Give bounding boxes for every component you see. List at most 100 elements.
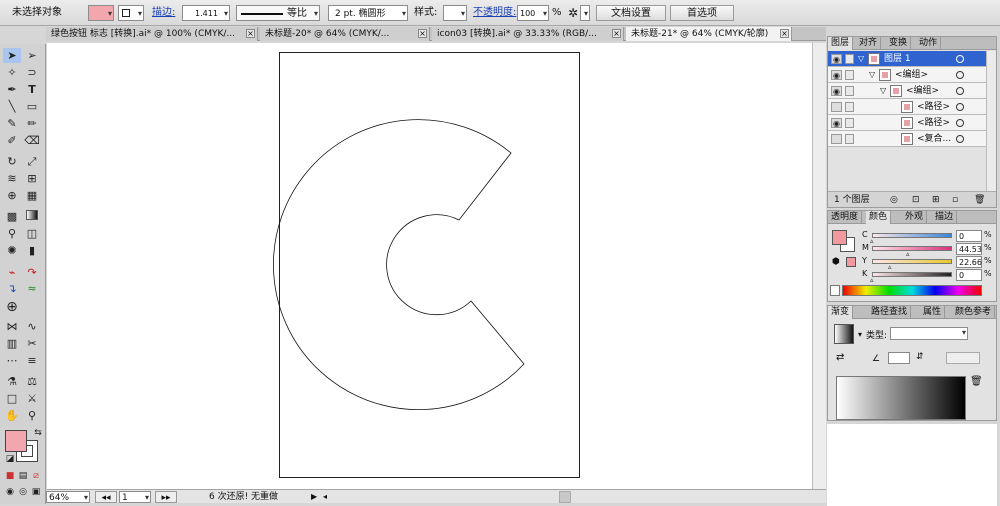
delete-stop-icon[interactable]: 🗑 [970, 376, 983, 387]
channel-slider[interactable] [872, 259, 952, 264]
aspect-ratio-field[interactable] [946, 352, 980, 364]
rotate-tool-icon[interactable]: ↻ [3, 154, 21, 169]
lock-toggle[interactable] [845, 54, 854, 64]
blob-brush-tool-icon[interactable]: ✐ [3, 133, 21, 148]
path-direction-icon[interactable]: ↴ [3, 281, 21, 296]
eyedropper-tool-icon[interactable]: ⚲ [3, 226, 21, 241]
target-circle-icon[interactable] [956, 119, 964, 127]
tab-actions[interactable]: 动作 [916, 37, 942, 50]
expand-triangle-icon[interactable]: ▽ [880, 83, 886, 99]
eraser-tool-icon[interactable]: ⌫ [23, 133, 41, 148]
target-circle-icon[interactable] [956, 71, 964, 79]
tab-layers[interactable]: 图层 [828, 37, 854, 50]
artboard-tool-icon[interactable]: ⋈ [3, 319, 21, 334]
visibility-eye-icon[interactable] [831, 134, 842, 144]
close-icon[interactable]: × [780, 29, 789, 38]
symbol-sprayer-tool-icon[interactable]: ✺ [3, 243, 21, 258]
chart-tool-icon[interactable]: ▥ [3, 336, 21, 351]
artboard-select[interactable]: 1 [119, 491, 151, 504]
column-graph-tool-icon[interactable]: ▮ [23, 243, 41, 258]
magic-wand-tool-icon[interactable]: ✧ [3, 65, 21, 80]
slice-tool-icon[interactable]: ∿ [23, 319, 41, 334]
channel-value[interactable]: 0 [956, 230, 982, 242]
zoom-select[interactable]: 64% [46, 491, 90, 504]
channel-value[interactable]: 0 [956, 269, 982, 281]
line-tool-icon[interactable]: ╲ [3, 99, 21, 114]
layer-row[interactable]: <路径> [828, 99, 986, 115]
anchor-curve-icon[interactable]: ↷ [23, 265, 41, 280]
lock-toggle[interactable] [845, 118, 854, 128]
layer-row[interactable]: ◉ ▽ 图层 1 [828, 51, 986, 67]
tab-transform[interactable]: 变换 [886, 37, 912, 50]
vertical-scrollbar[interactable] [812, 43, 826, 489]
tab-appearance[interactable]: 外观 [902, 211, 928, 224]
zoom-tool-icon[interactable]: ⚲ [23, 408, 41, 423]
knife-tool-icon[interactable]: ⚔ [23, 391, 41, 406]
stroke-profile-select[interactable]: 等比 [236, 5, 320, 22]
tab-color-guide[interactable]: 颜色参考 [952, 306, 996, 319]
measure-tool-icon[interactable]: ⚖ [23, 374, 41, 389]
gradient-type-select[interactable] [890, 327, 968, 340]
align-tool-icon[interactable]: ≡ [23, 353, 41, 368]
style-select[interactable] [443, 5, 467, 22]
scissors-tool-icon[interactable]: ✂ [23, 336, 41, 351]
stroke-swatch[interactable] [118, 5, 144, 22]
opacity-field[interactable]: 100 [517, 5, 549, 22]
target-circle-icon[interactable] [956, 103, 964, 111]
channel-slider[interactable] [872, 272, 952, 277]
dropper-tool-icon[interactable]: ⚗ [3, 374, 21, 389]
blend-tool-icon[interactable]: ◫ [23, 226, 41, 241]
delete-layer-icon[interactable]: 🗑 [974, 192, 985, 208]
anchor-add-icon[interactable]: ⌁ [3, 265, 21, 280]
artboard-rect-icon[interactable]: □ [3, 391, 21, 406]
channel-value[interactable]: 22.66 [956, 256, 982, 268]
color-fill-swatch[interactable] [832, 230, 847, 245]
gradient-preview[interactable] [834, 324, 854, 344]
recolor-icon[interactable]: ✲ [568, 5, 578, 21]
tab-attributes[interactable]: 属性 [920, 306, 946, 319]
free-transform-tool-icon[interactable]: ⊞ [23, 171, 41, 186]
selection-tool-icon[interactable]: ➤ [3, 48, 21, 63]
lock-toggle[interactable] [845, 134, 854, 144]
scroll-left-icon[interactable]: ◂ [323, 491, 327, 503]
web-color-swatch[interactable] [846, 257, 856, 267]
gradient-slider[interactable] [836, 376, 966, 420]
none-color-box[interactable] [830, 285, 840, 296]
new-layer-icon[interactable]: ▫ [952, 192, 958, 208]
reverse-gradient-icon[interactable]: ⇄ [836, 352, 844, 363]
layers-scrollbar[interactable] [986, 51, 996, 191]
angle-field[interactable] [888, 352, 910, 364]
type-tool-icon[interactable]: T [23, 82, 41, 97]
status-menu-icon[interactable]: ▶ [311, 491, 317, 503]
visibility-eye-icon[interactable]: ◉ [831, 54, 842, 64]
expand-triangle-icon[interactable]: ▽ [858, 51, 864, 67]
channel-value[interactable]: 44.53 [956, 243, 982, 255]
perspective-grid-tool-icon[interactable]: ▦ [23, 188, 41, 203]
close-icon[interactable]: × [612, 29, 621, 38]
tab-document-1[interactable]: 绿色按钮 标志 [转换].ai* @ 100% (CMYK/... × [46, 27, 258, 41]
lock-toggle[interactable] [845, 70, 854, 80]
screen-mode-icon[interactable]: ▣ [27, 485, 45, 500]
visibility-eye-icon[interactable]: ◉ [831, 70, 842, 80]
rectangle-tool-icon[interactable]: ▭ [23, 99, 41, 114]
document-canvas[interactable] [47, 43, 826, 489]
next-artboard-button[interactable]: ▸▸ [155, 491, 177, 503]
fill-color-swatch[interactable] [5, 430, 27, 452]
slider-thumb-icon[interactable]: ▵ [888, 263, 892, 271]
close-icon[interactable]: × [246, 29, 255, 38]
close-icon[interactable]: × [418, 29, 427, 38]
tab-align[interactable]: 对齐 [856, 37, 882, 50]
new-sublayer-icon[interactable]: ⊞ [932, 192, 940, 208]
crosshair-icon[interactable]: ⊕ [3, 300, 21, 315]
swap-colors-icon[interactable]: ⇆ [29, 426, 47, 441]
expand-triangle-icon[interactable]: ▽ [869, 67, 875, 83]
direct-selection-tool-icon[interactable]: ➢ [23, 48, 41, 63]
none-mode-icon[interactable]: ⧄ [27, 469, 45, 484]
scale-tool-icon[interactable]: ⤢ [23, 154, 41, 169]
brush-select[interactable]: 2 pt. 椭圆形 [328, 5, 408, 22]
locate-object-icon[interactable]: ◎ [890, 192, 898, 208]
document-setup-button[interactable]: 文档设置 [596, 5, 666, 21]
angle-icon[interactable]: ∠ [872, 354, 880, 364]
fill-swatch[interactable] [88, 5, 114, 22]
tab-transparency[interactable]: 透明度 [828, 211, 863, 224]
